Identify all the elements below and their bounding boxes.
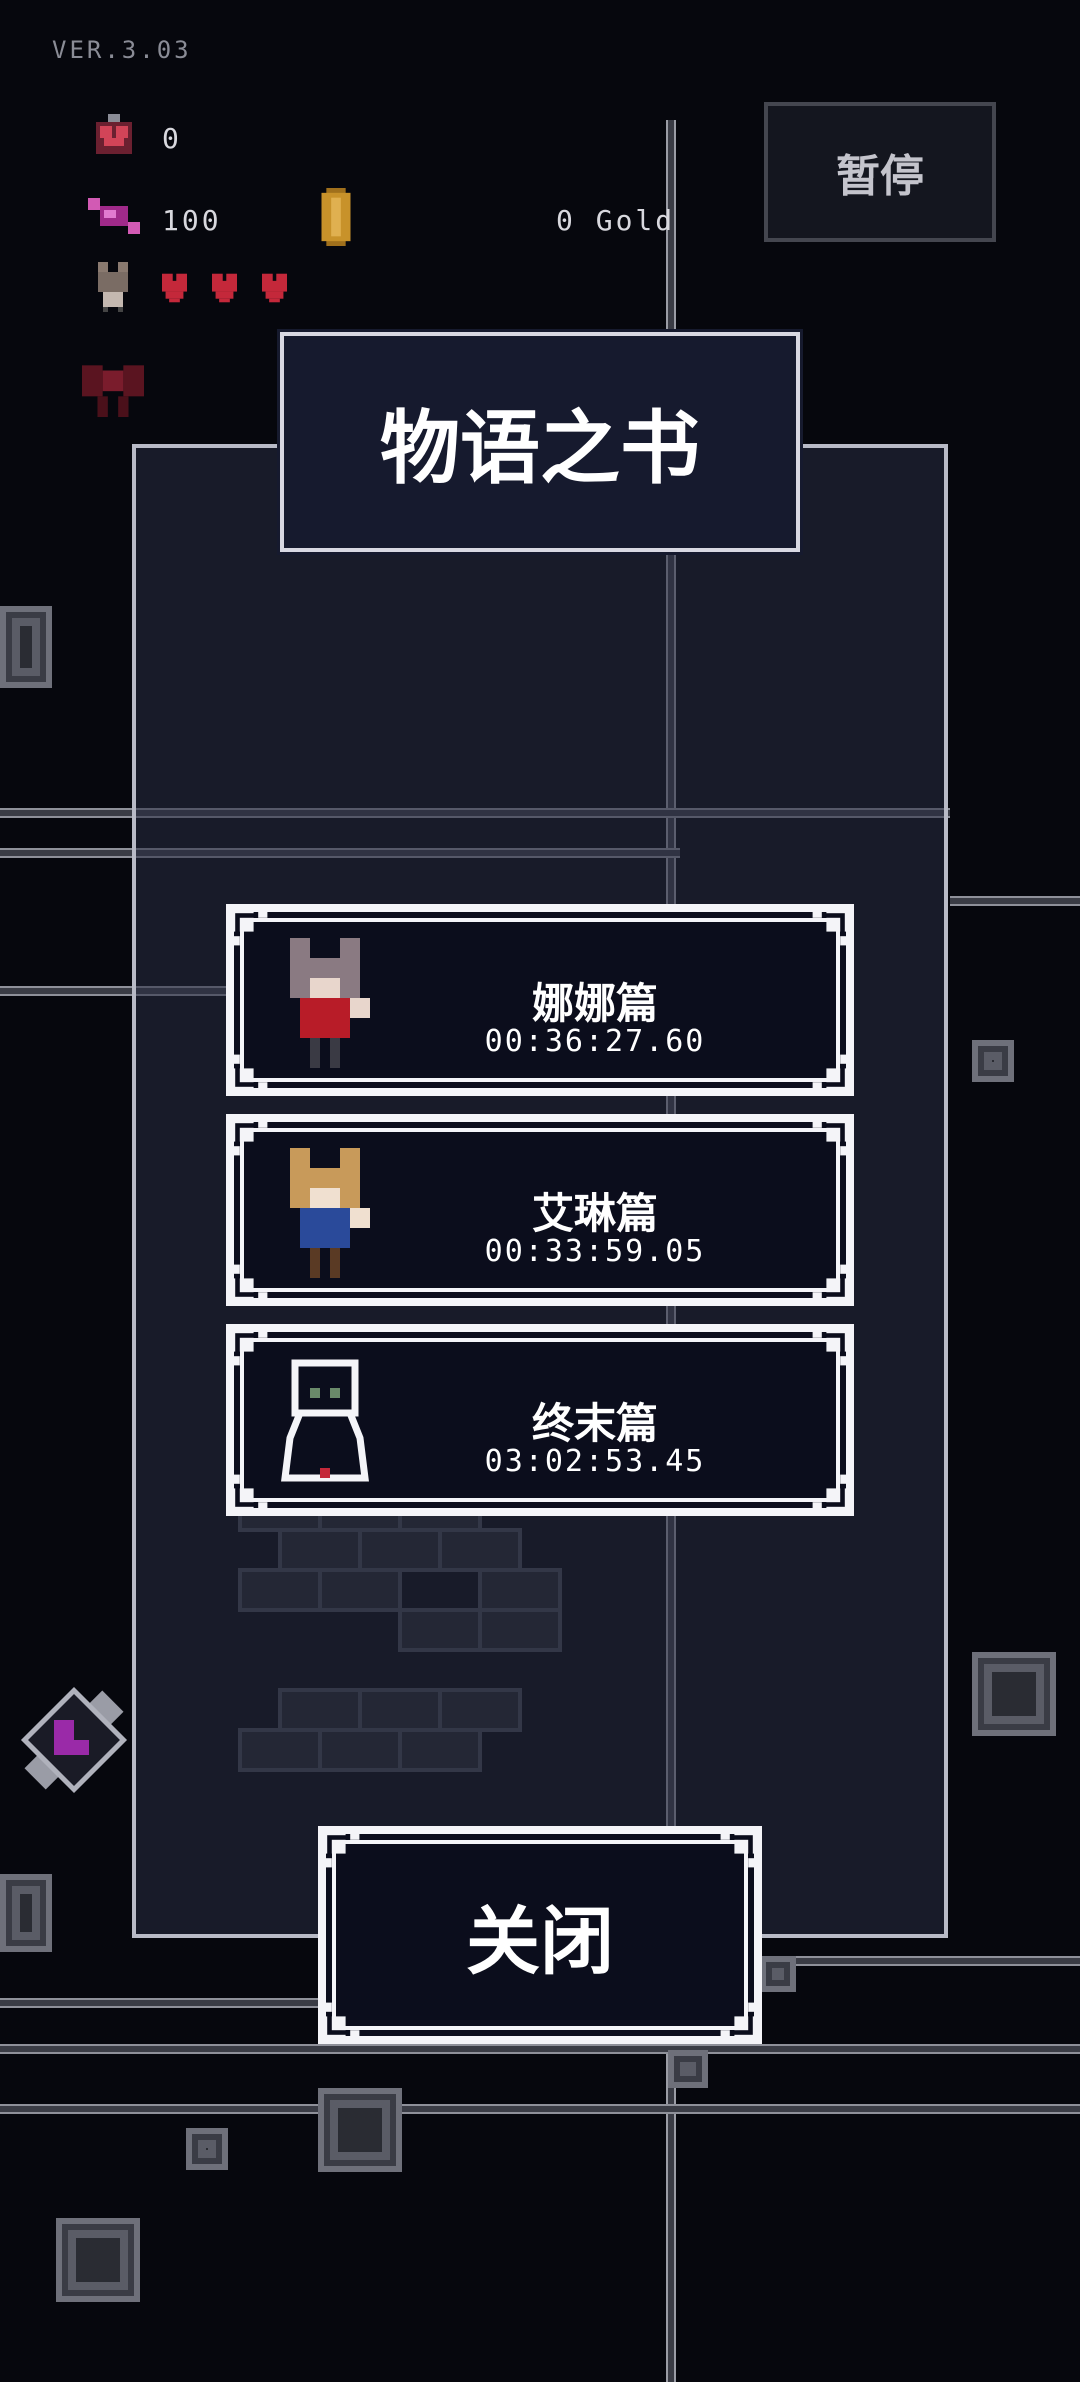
ornament-icon [812,1324,854,1366]
chapter-name: 艾琳篇 [531,1189,658,1238]
ornament-icon [812,1474,854,1516]
ornament-icon [226,1264,268,1306]
stone-block [318,2088,402,2172]
stone-block [972,1040,1014,1082]
chapter-name: 终末篇 [531,1399,658,1448]
ornament-icon [812,904,854,946]
ornament-icon [812,1114,854,1156]
close-button[interactable]: 关闭 [318,1826,762,2044]
irene-portrait [290,1148,370,1278]
ornament-icon [720,2002,762,2044]
chapter-time: 03:02:53.45 [484,1444,706,1479]
gold-coin-icon [316,188,356,246]
chapter-card-irene[interactable]: 艾琳篇 00:33:59.05 [226,1114,854,1306]
bow-icon [82,354,144,418]
pause-button[interactable]: 暂停 [764,102,996,242]
version-label: VER.3.03 [52,36,192,64]
character-icon [88,262,138,312]
ornament-icon [720,1826,762,1868]
chapter-time: 00:33:59.05 [484,1234,706,1269]
chapter-card-nana[interactable]: 娜娜篇 00:36:27.60 [226,904,854,1096]
ornament-icon [226,1114,268,1156]
nana-portrait [290,938,370,1068]
stone-block [0,1874,52,1952]
ornament-icon [318,2002,360,2044]
stone-block [186,2128,228,2170]
ornament-icon [226,904,268,946]
stone-block [56,2218,140,2302]
ornament-icon [226,1474,268,1516]
ornament-icon [812,1264,854,1306]
ornament-icon [226,1324,268,1366]
boot-icon[interactable] [14,1680,134,1800]
ruins-decoration [200,1470,580,1860]
background-beam [0,2044,1080,2054]
chapter-time: 00:36:27.60 [484,1024,706,1059]
chapter-card-finale[interactable]: 终末篇 03:02:53.45 [226,1324,854,1516]
book-title: 物语之书 [277,329,803,555]
potion-icon [92,114,136,158]
stone-block [668,2050,708,2088]
background-beam [760,1956,1080,1966]
finale-portrait [281,1359,369,1482]
stone-block [972,1652,1056,1736]
stone-block [760,1956,796,1992]
candy-icon [88,194,140,238]
ornament-icon [812,1054,854,1096]
ornament-icon [226,1054,268,1096]
close-label: 关闭 [466,1898,614,1985]
background-beam [0,2104,1080,2114]
candy-count: 100 [162,204,222,237]
chapter-name: 娜娜篇 [531,979,658,1028]
ornament-icon [318,1826,360,1868]
stone-block [0,606,52,688]
health-hearts [162,270,312,306]
potion-count: 0 [162,122,182,155]
background-beam [0,1998,320,2008]
gold-count: 0 Gold [556,204,676,237]
background-beam [950,896,1080,906]
